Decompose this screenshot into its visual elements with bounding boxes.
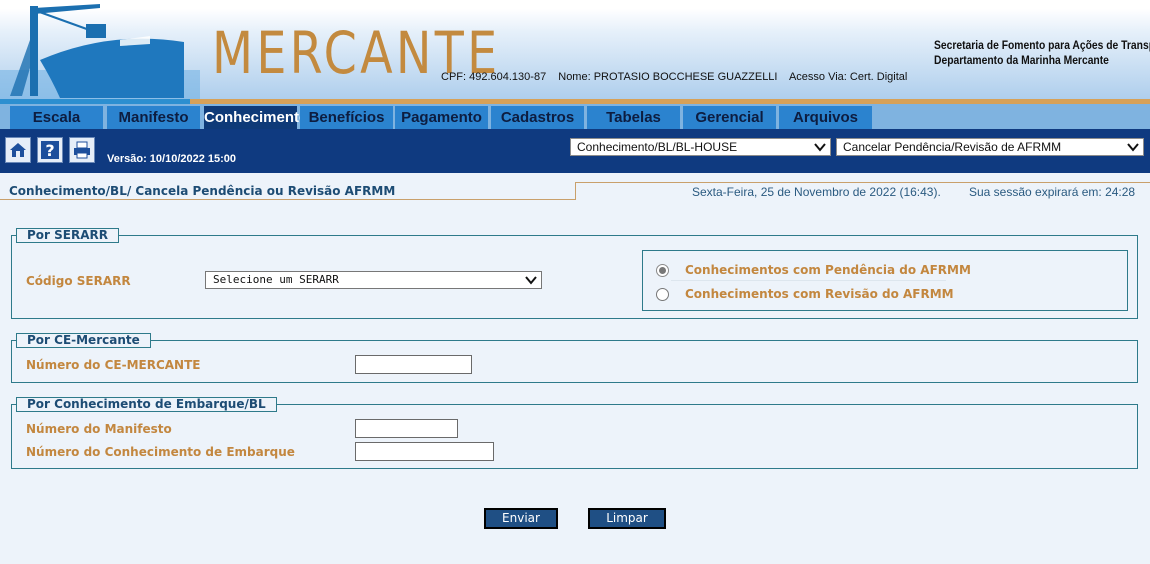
tab-conhecimento[interactable]: Conhecimento: [204, 106, 308, 129]
afrmm-radio-group: Conhecimentos com Pendência do AFRMM Con…: [642, 250, 1128, 311]
serarr-select[interactable]: Selecione um SERARR: [205, 271, 542, 289]
tab-pagamento[interactable]: Pagamento: [395, 106, 488, 129]
serarr-label: Código SERARR: [26, 274, 131, 288]
tab-arquivos[interactable]: Arquivos: [779, 106, 872, 129]
user-access: Acesso Via: Cert. Digital: [788, 71, 908, 83]
svg-text:?: ?: [45, 141, 54, 160]
action-select-value: Cancelar Pendência/Revisão de AFRMM: [843, 140, 1062, 154]
toolbar: ? Versão: 10/10/2022 15:00 Conhecimento/…: [0, 129, 1150, 173]
tab-manifesto[interactable]: Manifesto: [107, 106, 200, 129]
ce-label: Número do CE-MERCANTE: [26, 358, 201, 372]
tab-escala[interactable]: Escala: [10, 106, 103, 129]
title-divider: [575, 182, 576, 200]
module-select-value: Conhecimento/BL/BL-HOUSE: [577, 140, 738, 154]
tab-gerencial[interactable]: Gerencial: [683, 106, 776, 129]
module-select[interactable]: Conhecimento/BL/BL-HOUSE: [570, 138, 831, 156]
title-divider: [575, 182, 1150, 183]
departamento-line: Departamento da Marinha Mercante: [934, 53, 1109, 67]
user-info: CPF: 492.604.130-87 Nome: PROTASIO BOCCH…: [441, 71, 916, 83]
conhecimento-input[interactable]: [355, 442, 494, 461]
bl-fieldset: Por Conhecimento de Embarque/BL: [11, 397, 1138, 469]
app-header: MERCANTE CPF: 492.604.130-87 Nome: PROTA…: [0, 0, 1150, 106]
tab-cadastros[interactable]: Cadastros: [491, 106, 584, 129]
row-divider: [671, 280, 946, 281]
print-icon: [74, 141, 90, 159]
conhecimento-label: Número do Conhecimento de Embarque: [26, 445, 295, 459]
serarr-legend: Por SERARR: [16, 228, 119, 243]
print-button[interactable]: [69, 137, 95, 163]
chevron-down-icon: [814, 143, 826, 152]
help-icon: ?: [41, 141, 59, 160]
bl-legend: Por Conhecimento de Embarque/BL: [16, 397, 277, 412]
radio-row-pendencia: Conhecimentos com Pendência do AFRMM: [656, 263, 971, 277]
ship-crane-logo-icon: [0, 4, 200, 100]
title-divider: [0, 199, 576, 200]
manifesto-input[interactable]: [355, 419, 458, 438]
radio-revisao-label: Conhecimentos com Revisão do AFRMM: [685, 287, 954, 301]
user-name: Nome: PROTASIO BOCCHESE GUAZZELLI: [558, 71, 778, 83]
user-cpf: CPF: 492.604.130-87: [441, 71, 547, 83]
radio-revisao[interactable]: [656, 287, 669, 301]
ce-mercante-input[interactable]: [355, 355, 472, 374]
home-icon: [10, 143, 26, 157]
action-select[interactable]: Cancelar Pendência/Revisão de AFRMM: [836, 138, 1144, 156]
serarr-select-value: Selecione um SERARR: [213, 273, 339, 286]
chevron-down-icon: [1127, 143, 1139, 152]
radio-row-revisao: Conhecimentos com Revisão do AFRMM: [656, 287, 954, 301]
home-button[interactable]: [5, 137, 31, 163]
session-timer: Sua sessão expirará em: 24:28: [969, 185, 1136, 199]
radio-pendencia[interactable]: [656, 263, 669, 277]
help-button[interactable]: ?: [37, 137, 63, 163]
tab-beneficios[interactable]: Benefícios: [300, 106, 393, 129]
enviar-button[interactable]: Enviar: [484, 508, 558, 529]
ce-legend: Por CE-Mercante: [16, 333, 151, 348]
main-nav: Escala Manifesto Conhecimento Benefícios…: [0, 104, 1150, 129]
version-text: Versão: 10/10/2022 15:00: [107, 153, 237, 165]
radio-pendencia-label: Conhecimentos com Pendência do AFRMM: [685, 263, 971, 277]
tab-tabelas[interactable]: Tabelas: [587, 106, 680, 129]
page-title: Conhecimento/BL/ Cancela Pendência ou Re…: [9, 184, 396, 198]
chevron-down-icon: [525, 276, 537, 285]
manifesto-label: Número do Manifesto: [26, 422, 172, 436]
secretaria-line: Secretaria de Fomento para Ações de Tran…: [934, 38, 1150, 52]
current-date: Sexta-Feira, 25 de Novembro de 2022 (16:…: [692, 185, 941, 199]
secretaria-text: Secretaria de Fomento para Ações de Tran…: [934, 38, 1150, 68]
limpar-button[interactable]: Limpar: [588, 508, 666, 529]
